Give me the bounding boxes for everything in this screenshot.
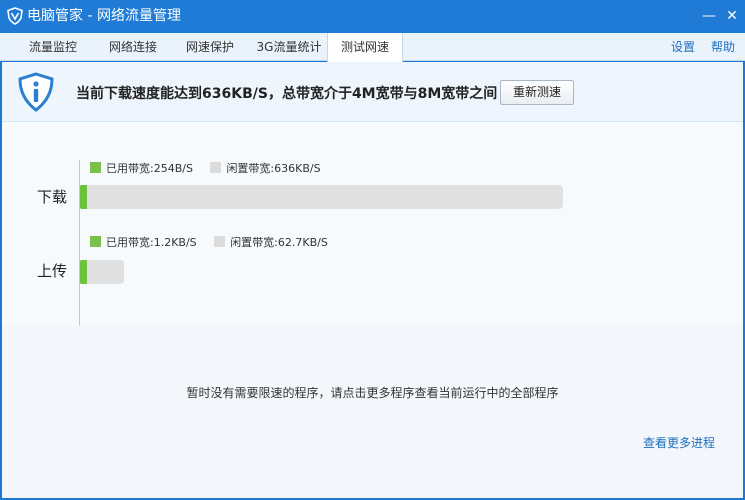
no-limit-process-message: 暂时没有需要限速的程序，请点击更多程序查看当前运行中的全部程序 [186,386,559,400]
upload-used-label: 已用带宽:1.2KB/S [106,236,197,249]
tab-speed-protection[interactable]: 网速保护 [175,33,245,61]
tab-3g-traffic-stats[interactable]: 3G流量统计 [252,33,326,61]
download-idle-bar [80,185,563,209]
upload-idle-label: 闲置带宽:62.7KB/S [230,236,328,249]
process-panel: 暂时没有需要限速的程序，请点击更多程序查看当前运行中的全部程序 查看更多进程 [2,326,743,498]
view-more-processes-link[interactable]: 查看更多进程 [643,434,715,451]
minimize-button[interactable]: — [699,6,719,26]
upload-row-label: 上传 [37,262,68,280]
tab-traffic-monitor[interactable]: 流量监控 [18,33,88,61]
tab-bar: 流量监控 网络连接 网速保护 3G流量统计 测试网速 设置 帮助 [0,33,745,62]
close-button[interactable]: ✕ [722,6,742,26]
tab-network-connections[interactable]: 网络连接 [98,33,168,61]
used-bandwidth-swatch [90,236,101,247]
speed-result-message: 当前下载速度能达到636KB/S，总带宽介于4M宽带与8M宽带之间 [76,86,498,102]
upload-legend: 已用带宽:1.2KB/S 闲置带宽:62.7KB/S [90,236,328,250]
speed-result-banner: 当前下载速度能达到636KB/S，总带宽介于4M宽带与8M宽带之间 重新测速 [2,62,743,122]
used-bandwidth-swatch [90,162,101,173]
idle-bandwidth-swatch [214,236,226,247]
settings-link[interactable]: 设置 [671,33,695,61]
content-area: 当前下载速度能达到636KB/S，总带宽介于4M宽带与8M宽带之间 重新测速 已… [2,62,743,498]
info-shield-icon [18,72,54,112]
tab-speed-test[interactable]: 测试网速 [327,33,403,62]
download-legend: 已用带宽:254B/S 闲置带宽:636KB/S [90,162,321,176]
download-used-label: 已用带宽:254B/S [106,162,193,175]
download-idle-label: 闲置带宽:636KB/S [226,162,321,175]
shield-v-icon [7,7,23,25]
download-row-label: 下载 [37,188,68,206]
idle-bandwidth-swatch [210,162,222,173]
download-used-bar [80,185,87,209]
window-title: 电脑管家 - 网络流量管理 [27,8,181,24]
help-link[interactable]: 帮助 [711,33,735,61]
retest-button[interactable]: 重新测速 [500,80,574,105]
title-bar: 电脑管家 - 网络流量管理 — ✕ [0,0,745,33]
upload-used-bar [80,260,87,284]
